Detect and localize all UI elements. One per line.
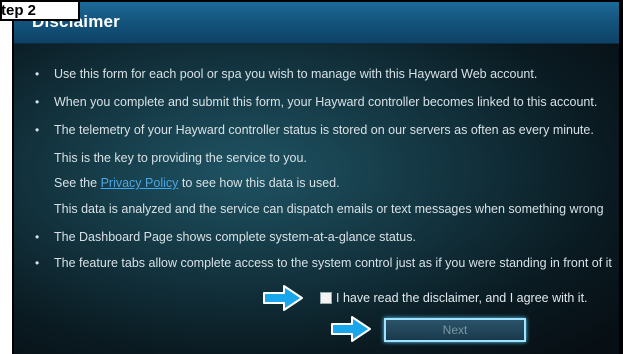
privacy-line-suffix: to see how this data is used. — [178, 176, 340, 190]
privacy-line-prefix: See the — [54, 176, 101, 190]
disclaimer-subline: This data is analyzed and the service ca… — [54, 202, 604, 216]
bullet-dot: • — [35, 123, 40, 137]
panel-header: Disclaimer — [14, 2, 623, 44]
disclaimer-bullet: When you complete and submit this form, … — [54, 95, 598, 109]
bullet-dot: • — [35, 256, 40, 270]
privacy-policy-link[interactable]: Privacy Policy — [101, 176, 179, 190]
disclaimer-bullet: Use this form for each pool or spa you w… — [54, 67, 538, 81]
arrow-right-icon — [263, 285, 303, 311]
next-button[interactable]: Next — [384, 318, 526, 342]
disclaimer-bullet: The Dashboard Page shows complete system… — [54, 230, 416, 244]
arrow-right-icon — [331, 316, 371, 342]
bullet-dot: • — [35, 67, 40, 81]
disclaimer-bullet: The telemetry of your Hayward controller… — [54, 123, 594, 137]
agree-checkbox[interactable] — [320, 292, 332, 304]
step-label-text: Step 2 — [1, 2, 37, 19]
disclaimer-bullet: The feature tabs allow complete access t… — [54, 256, 612, 270]
step-label: Step 2 — [0, 0, 80, 21]
bullet-dot: • — [35, 230, 40, 244]
right-border — [619, 0, 623, 354]
disclaimer-subline: This is the key to providing the service… — [54, 151, 307, 165]
agree-row: I have read the disclaimer, and I agree … — [320, 291, 588, 305]
privacy-line: See the Privacy Policy to see how this d… — [54, 176, 340, 190]
bullet-dot: • — [35, 95, 40, 109]
agree-label: I have read the disclaimer, and I agree … — [336, 291, 588, 305]
